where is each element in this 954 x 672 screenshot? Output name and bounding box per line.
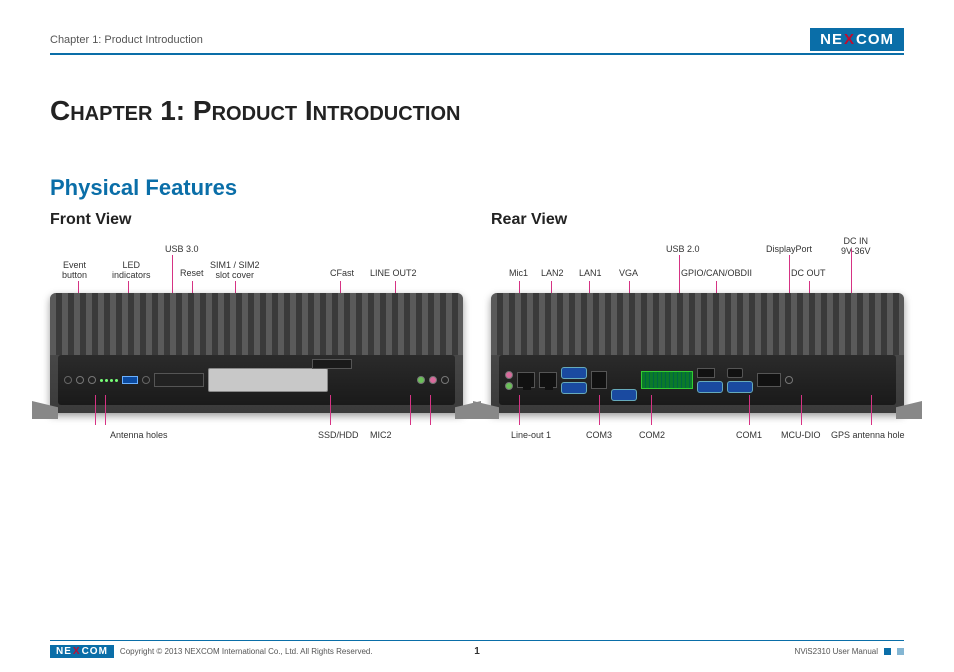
page-title: Chapter 1: Product Introduction: [50, 95, 904, 127]
label-com1: COM1: [736, 431, 762, 441]
ssd-hdd-bay-icon: [208, 368, 328, 392]
gps-antenna-hole-icon: [785, 376, 793, 384]
brand-logo: NEXCOM: [810, 28, 904, 51]
label-mic1: Mic1: [509, 269, 528, 279]
footer-logo: NEXCOM: [50, 645, 114, 658]
antenna-hole-icon: [88, 376, 96, 384]
event-button-icon: [64, 376, 72, 384]
label-com3: COM3: [586, 431, 612, 441]
front-device-illustration: [50, 293, 463, 413]
label-lan1: LAN1: [579, 269, 602, 279]
rear-device-illustration: [491, 293, 904, 413]
label-cfast: CFast: [330, 269, 354, 279]
label-mcudio: MCU-DIO: [781, 431, 821, 441]
com2-port-icon: [611, 389, 637, 401]
label-usb20: USB 2.0: [666, 245, 700, 255]
com3-port-icon: [561, 382, 587, 394]
label-com2: COM2: [639, 431, 665, 441]
label-vga: VGA: [619, 269, 638, 279]
label-mic2: MIC2: [370, 431, 392, 441]
label-event-button: Eventbutton: [62, 261, 87, 281]
label-gpio: GPIO/CAN/OBDII: [681, 269, 752, 279]
mcu-dio-port-icon: [727, 381, 753, 393]
led-indicators-icon: [100, 379, 118, 382]
footer-page-number: 1: [474, 646, 480, 657]
front-view-title: Front View: [50, 211, 463, 229]
footer-doc-name: NViS2310 User Manual: [795, 647, 878, 656]
header-bar: Chapter 1: Product Introduction NEXCOM: [50, 28, 904, 55]
dcout-port-icon: [727, 368, 743, 378]
label-usb30: USB 3.0: [165, 245, 199, 255]
label-sim-cover: SIM1 / SIM2slot cover: [210, 261, 260, 281]
gpio-terminal-icon: [641, 371, 693, 389]
lineout2-jack-icon: [417, 376, 425, 384]
label-reset: Reset: [180, 269, 204, 279]
vga-port-icon: [561, 367, 587, 379]
label-lineout1: Line-out 1: [511, 431, 551, 441]
footer-copyright: Copyright © 2013 NEXCOM International Co…: [120, 647, 373, 656]
label-lan2: LAN2: [541, 269, 564, 279]
lan1-port-icon: [539, 372, 557, 388]
lan2-port-icon: [517, 372, 535, 388]
footer: NEXCOM Copyright © 2013 NEXCOM Internati…: [50, 640, 904, 658]
label-dcin: DC IN9V-36V: [841, 237, 871, 257]
mic2-jack-icon: [429, 376, 437, 384]
antenna-hole-icon: [441, 376, 449, 384]
label-led-indicators: LEDindicators: [112, 261, 151, 281]
section-title: Physical Features: [50, 175, 904, 201]
label-dcout: DC OUT: [791, 269, 826, 279]
reset-button-icon: [142, 376, 150, 384]
usb20-ports-icon: [591, 371, 607, 389]
label-gps: GPS antenna hole: [831, 431, 905, 441]
displayport-icon: [697, 368, 715, 378]
rear-view-title: Rear View: [491, 211, 904, 229]
label-displayport: DisplayPort: [766, 245, 812, 255]
chapter-label: Chapter 1: Product Introduction: [50, 34, 203, 46]
lineout1-jack-icon: [505, 382, 513, 390]
cfast-slot-icon: [312, 359, 352, 369]
sim-slot-cover-icon: [154, 373, 204, 387]
label-ssd-hdd: SSD/HDD: [318, 431, 359, 441]
label-antenna-holes: Antenna holes: [110, 431, 168, 441]
footer-square-icon: [897, 648, 904, 655]
logo-pre: NE: [820, 31, 843, 48]
label-lineout2: LINE OUT2: [370, 269, 417, 279]
rear-view: Rear View Mic1 LAN2 LAN1 VGA USB 2.0 GPI…: [491, 211, 904, 489]
logo-post: COM: [856, 31, 894, 48]
dcin-port-icon: [757, 373, 781, 387]
usb30-port-icon: [122, 376, 138, 384]
front-view: Front View Eventbutton LEDindicators USB…: [50, 211, 463, 489]
mic1-jack-icon: [505, 371, 513, 379]
antenna-hole-icon: [76, 376, 84, 384]
com1-port-icon: [697, 381, 723, 393]
logo-x: X: [844, 31, 855, 48]
footer-square-icon: [884, 648, 891, 655]
